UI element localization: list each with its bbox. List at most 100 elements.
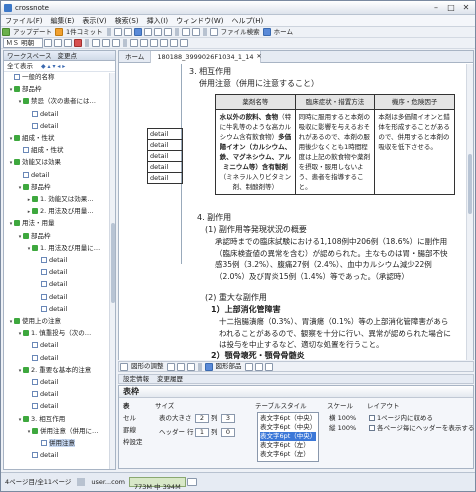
table-cell-drug[interactable]: 水以外の飲料、食物（特に牛乳等のような高カルシウム含有飲食物）多価陽イオン（カル…: [215, 109, 296, 195]
tree-item[interactable]: ▾ 3. 相互作用: [17, 415, 66, 424]
tree-item[interactable]: detail: [26, 354, 58, 363]
tree-item[interactable]: detail: [35, 268, 67, 277]
tree-item[interactable]: ▾ 禁忌（次の患者には…: [17, 97, 96, 106]
tree-item[interactable]: detail: [17, 171, 49, 180]
indent-icon[interactable]: [130, 39, 138, 47]
list-item[interactable]: 表文字6pt（左）: [260, 441, 310, 450]
table-cell-symptom[interactable]: 同時に服用すると本剤の吸収に影響を与えるおそれがあるので、本剤の服用後少なくとも…: [294, 109, 376, 195]
tree-item[interactable]: ▾ 効能又は効果: [8, 158, 61, 167]
menu-help[interactable]: ヘルプ(H): [227, 15, 267, 27]
tree-item[interactable]: ▸ 2. 用法及び用量…: [26, 207, 94, 216]
detail-cell[interactable]: detail: [147, 161, 183, 173]
rect-icon[interactable]: [166, 362, 175, 371]
align-right-icon[interactable]: [112, 39, 120, 47]
tree-item[interactable]: detail: [35, 305, 67, 314]
tree-scrollbar[interactable]: [109, 73, 115, 469]
tree-item[interactable]: detail: [26, 341, 58, 350]
side-tab-border[interactable]: 罫線: [123, 426, 136, 435]
update-button[interactable]: アップデート: [11, 27, 54, 38]
tab-close-icon[interactable]: ✕: [257, 53, 262, 60]
cols-input[interactable]: 3: [221, 414, 235, 423]
tree-nav-icon[interactable]: ◆ ▴ ▾ ◂ ▸: [41, 61, 65, 72]
tree-item[interactable]: detail: [26, 402, 58, 411]
side-tab-frame[interactable]: 枠設定: [123, 438, 143, 447]
commit-button[interactable]: 1件コミット: [64, 27, 105, 38]
tree-item[interactable]: ▾ 部品枠: [8, 85, 42, 94]
underline-icon[interactable]: [64, 39, 72, 47]
paragraph-summary[interactable]: 承認時までの臨床試験における1,108例中206例（18.6%）に副作用（臨床検…: [215, 236, 453, 282]
file-search-button[interactable]: ファイル検索: [219, 27, 262, 38]
fill-icon[interactable]: [244, 362, 253, 371]
workspace-tab[interactable]: ワークスペース: [7, 51, 52, 61]
tree-item[interactable]: detail: [26, 390, 58, 399]
shape-parts-button[interactable]: 図形部品: [214, 361, 244, 372]
open-icon[interactable]: [123, 28, 132, 36]
link-icon[interactable]: [180, 39, 188, 47]
detail-cell[interactable]: detail: [147, 128, 183, 140]
tree-item[interactable]: detail: [26, 378, 58, 387]
detail-cell[interactable]: detail: [147, 139, 183, 151]
tree-item[interactable]: ▾ 1. 慎重投与（次の…: [17, 329, 92, 338]
redo-icon[interactable]: [191, 28, 200, 36]
arrow-icon[interactable]: [264, 362, 273, 371]
list-item-selected[interactable]: 表文字6pt（中央）: [260, 432, 317, 441]
tab-document[interactable]: 180188_3999026F1034_1_14: [151, 50, 261, 63]
pointer-icon[interactable]: [120, 362, 128, 371]
show-all-select[interactable]: 全て表示: [7, 61, 33, 72]
tree-item[interactable]: 併用注意: [35, 439, 75, 448]
rows-input[interactable]: 2: [195, 414, 209, 423]
side-tab-cell[interactable]: セル: [123, 414, 136, 423]
home-button[interactable]: ホーム: [272, 27, 295, 38]
tree-item[interactable]: ▾ 部品枠: [17, 183, 51, 192]
shape-parts-icon[interactable]: [204, 362, 213, 371]
menu-window[interactable]: ウィンドウ(W): [172, 15, 227, 27]
scale-width[interactable]: 横 100%: [329, 414, 356, 423]
tree-item[interactable]: ▾ 用法・用量: [8, 219, 55, 228]
line-icon[interactable]: [176, 362, 185, 371]
repeat-header-checkbox[interactable]: 各ページ毎にヘッダーを表示する: [369, 424, 474, 433]
menu-edit[interactable]: 編集(E): [47, 15, 79, 27]
font-select[interactable]: ＭＳ 明朝: [3, 38, 43, 48]
tree-item[interactable]: ▾ 使用上の注意: [8, 317, 61, 326]
search-icon[interactable]: [209, 28, 218, 36]
shape-adjust-button[interactable]: 図形の調整: [129, 361, 166, 372]
outdent-icon[interactable]: [140, 39, 148, 47]
side-tab-table[interactable]: 表: [123, 402, 130, 411]
align-center-icon[interactable]: [102, 39, 110, 47]
tree-item[interactable]: 一般的名称: [8, 73, 55, 82]
table-cell-mechanism[interactable]: 本剤は多価陽イオンと錯体を形成することがあるので、併用すると本剤の吸収を低下させ…: [374, 109, 455, 195]
save-icon[interactable]: [133, 28, 142, 36]
undo-icon[interactable]: [181, 28, 190, 36]
tree-item[interactable]: ▾ 併用注意（併用に…: [26, 427, 99, 436]
memory-indicator[interactable]: 773M 中 394M: [129, 477, 186, 491]
home-icon[interactable]: [262, 28, 271, 36]
detail-cell[interactable]: detail: [147, 172, 183, 184]
tree-item[interactable]: ▾ 組成・性状: [8, 134, 55, 143]
list-item[interactable]: 表文字6pt（左）: [260, 450, 310, 459]
header-input[interactable]: 1: [195, 428, 209, 437]
tree-item[interactable]: ▾ 部品枠: [17, 232, 51, 241]
fit-page-checkbox[interactable]: 1ページ内に収める: [369, 414, 433, 423]
list-icon[interactable]: [150, 39, 158, 47]
document-scrollbar[interactable]: [466, 64, 473, 360]
ellipse-icon[interactable]: [186, 362, 195, 371]
menu-insert[interactable]: 挿入(I): [143, 15, 173, 27]
tree-item[interactable]: detail: [26, 110, 58, 119]
minimize-icon[interactable]: –: [429, 3, 443, 13]
scale-height[interactable]: 縦 100%: [329, 424, 356, 433]
header-col-input[interactable]: 0: [221, 428, 235, 437]
stroke-icon[interactable]: [254, 362, 263, 371]
close-icon[interactable]: ✕: [459, 3, 473, 13]
paste-icon[interactable]: [163, 28, 172, 36]
copy-icon[interactable]: [153, 28, 162, 36]
table-icon[interactable]: [160, 39, 168, 47]
tree-item[interactable]: 組成・性状: [17, 146, 64, 155]
table-style-list[interactable]: 表文字6pt（中央） 表文字6pt（中央） 表文字6pt（中央） 表文字6pt（…: [257, 412, 319, 462]
tree-item[interactable]: detail: [35, 293, 67, 302]
history-tab[interactable]: 変更履歴: [153, 374, 187, 384]
maximize-icon[interactable]: □: [444, 3, 458, 13]
tree-item[interactable]: ▸ 1. 効能又は効果…: [26, 195, 94, 204]
interaction-table[interactable]: 薬剤名等 臨床症状・措置方法 機序・危険因子 水以外の飲料、食物（特に牛乳等のよ…: [215, 94, 455, 195]
tree-item[interactable]: detail: [35, 256, 67, 265]
list-item[interactable]: 表文字6pt（中央）: [260, 414, 316, 423]
